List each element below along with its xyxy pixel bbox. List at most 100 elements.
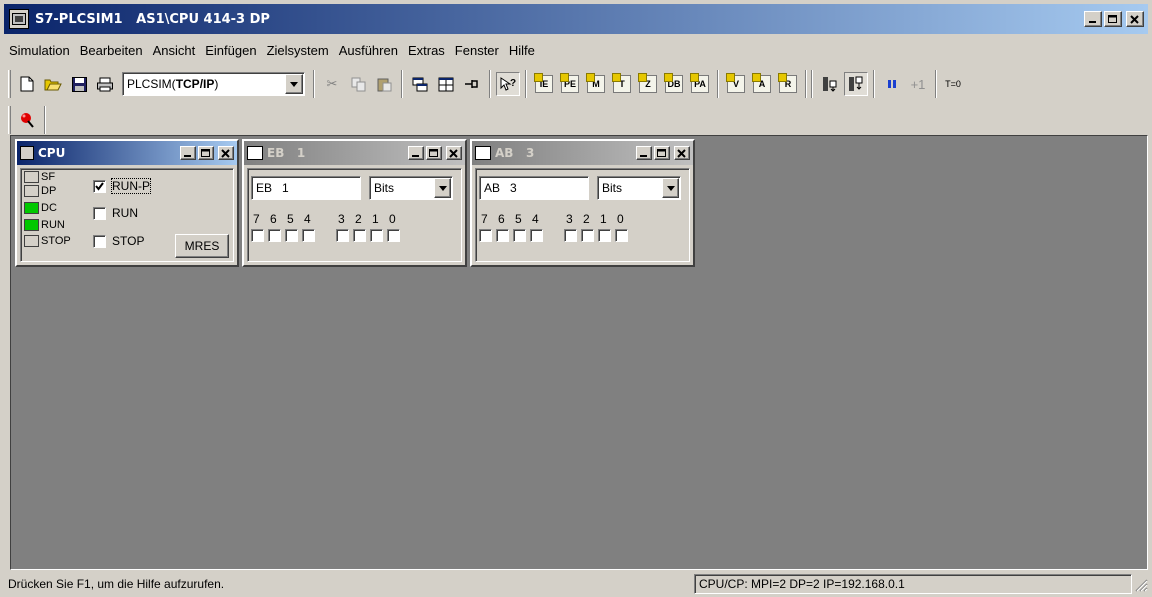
reset-timers-button[interactable]: T=0 — [942, 72, 964, 96]
mode-stop[interactable]: STOP — [93, 234, 144, 248]
cpu-window-title-bar[interactable]: CPU — [17, 141, 237, 165]
main-title-bar[interactable]: S7-PLCSIM1 AS1\CPU 414-3 DP — [4, 4, 1148, 34]
ab-format-select[interactable]: Bits — [597, 176, 681, 200]
output-byte-window[interactable]: AB 3 AB 3 Bits 7 6 5 4 3 2 1 0 — [470, 139, 695, 267]
toolbar-grip[interactable] — [8, 70, 11, 98]
menu-hilfe[interactable]: Hilfe — [504, 43, 540, 58]
eb-format-select[interactable]: Bits — [369, 176, 453, 200]
pushpin-icon[interactable] — [15, 108, 39, 132]
cpu-panel: SF DP DC RUN STOP RUN-P RUN STOP MRES — [20, 168, 234, 262]
single-cycle-icon[interactable] — [844, 72, 868, 96]
eb-bit-7-checkbox[interactable] — [251, 229, 264, 242]
toolbar-separator — [489, 70, 491, 98]
eb-bit-2-checkbox[interactable] — [353, 229, 366, 242]
ab-bit-7-checkbox[interactable] — [479, 229, 492, 242]
mdi-workspace[interactable]: CPU SF DP DC RUN STOP RUN-P RUN STOP MRE… — [10, 135, 1148, 570]
menu-einfuegen[interactable]: Einfügen — [200, 43, 261, 58]
menu-simulation[interactable]: Simulation — [4, 43, 75, 58]
cpu-close-button[interactable] — [218, 146, 234, 160]
output-byte-window-title-bar[interactable]: AB 3 — [472, 141, 693, 165]
menu-ausfuehren[interactable]: Ausführen — [334, 43, 403, 58]
resize-grip-icon[interactable] — [1132, 576, 1148, 592]
ab-minimize-button[interactable] — [636, 146, 652, 160]
chevron-down-icon[interactable] — [285, 74, 303, 94]
cpu-maximize-button[interactable] — [198, 146, 214, 160]
ab-bit-4-checkbox[interactable] — [530, 229, 543, 242]
ab-bit-3-checkbox[interactable] — [564, 229, 577, 242]
eb-bit-6-checkbox[interactable] — [268, 229, 281, 242]
insert-datablock-icon[interactable]: DB — [662, 72, 686, 96]
cpu-window[interactable]: CPU SF DP DC RUN STOP RUN-P RUN STOP MRE… — [15, 139, 239, 267]
eb-bit-4-checkbox[interactable] — [302, 229, 315, 242]
toolbar-separator — [717, 70, 719, 98]
ab-bit-numbers: 7 6 5 4 3 2 1 0 — [481, 212, 634, 226]
pause-icon[interactable] — [880, 72, 904, 96]
cut-icon[interactable]: ✂ — [320, 72, 344, 96]
insert-periphery-input-icon[interactable]: PE — [558, 72, 582, 96]
mode-run-p[interactable]: RUN-P — [93, 178, 151, 194]
cpu-minimize-button[interactable] — [180, 146, 196, 160]
ab-maximize-button[interactable] — [654, 146, 670, 160]
eb-bit-5-checkbox[interactable] — [285, 229, 298, 242]
insert-timer-icon[interactable]: T — [610, 72, 634, 96]
eb-format-value: Bits — [374, 181, 395, 195]
menu-bearbeiten[interactable]: Bearbeiten — [75, 43, 148, 58]
insert-input-variable-icon[interactable]: IE — [532, 72, 556, 96]
insert-marker-icon[interactable]: M — [584, 72, 608, 96]
run-p-checkbox[interactable] — [93, 179, 106, 193]
chevron-down-icon[interactable] — [434, 178, 451, 198]
run-checkbox[interactable] — [93, 206, 106, 220]
chevron-down-icon[interactable] — [662, 178, 679, 198]
interface-select[interactable]: PLCSIM(TCP/IP) — [122, 72, 305, 96]
input-byte-window-title-bar[interactable]: EB 1 — [244, 141, 465, 165]
menu-extras[interactable]: Extras — [403, 43, 450, 58]
copy-icon[interactable] — [346, 72, 370, 96]
eb-maximize-button[interactable] — [426, 146, 442, 160]
insert-accumulator-icon[interactable]: A — [750, 72, 774, 96]
mres-button[interactable]: MRES — [175, 234, 229, 258]
minimize-button[interactable] — [1084, 11, 1102, 27]
save-disk-icon[interactable] — [67, 72, 91, 96]
bit-label: 3 — [338, 212, 345, 226]
eb-address-field[interactable]: EB 1 — [251, 176, 361, 200]
ab-bit-2-checkbox[interactable] — [581, 229, 594, 242]
context-help-icon[interactable]: ? — [496, 72, 520, 96]
print-icon[interactable] — [93, 72, 117, 96]
paste-icon[interactable] — [372, 72, 396, 96]
close-button[interactable] — [1126, 11, 1144, 27]
ab-bit-1-checkbox[interactable] — [598, 229, 611, 242]
plcsim-app-icon[interactable] — [9, 9, 29, 29]
stop-checkbox[interactable] — [93, 234, 106, 248]
toolbar-grip[interactable] — [8, 106, 11, 134]
eb-bit-0-checkbox[interactable] — [387, 229, 400, 242]
eb-close-button[interactable] — [446, 146, 462, 160]
cascade-windows-icon[interactable] — [408, 72, 432, 96]
led-sf: SF — [24, 171, 55, 183]
ab-bit-5-checkbox[interactable] — [513, 229, 526, 242]
insert-variable-icon[interactable]: V — [724, 72, 748, 96]
bit-label: 6 — [498, 212, 505, 226]
next-cycle-button[interactable]: +1 — [906, 72, 930, 96]
pin-icon[interactable] — [460, 72, 484, 96]
insert-periphery-output-icon[interactable]: PA — [688, 72, 712, 96]
led-run-label: RUN — [41, 219, 65, 231]
menu-ansicht[interactable]: Ansicht — [148, 43, 201, 58]
ab-close-button[interactable] — [674, 146, 690, 160]
insert-register-icon[interactable]: R — [776, 72, 800, 96]
insert-counter-icon[interactable]: Z — [636, 72, 660, 96]
menu-zielsystem[interactable]: Zielsystem — [262, 43, 334, 58]
eb-minimize-button[interactable] — [408, 146, 424, 160]
eb-bit-3-checkbox[interactable] — [336, 229, 349, 242]
menu-fenster[interactable]: Fenster — [450, 43, 504, 58]
mode-run[interactable]: RUN — [93, 206, 138, 220]
open-folder-icon[interactable] — [41, 72, 65, 96]
ab-address-field[interactable]: AB 3 — [479, 176, 589, 200]
ab-bit-0-checkbox[interactable] — [615, 229, 628, 242]
continuous-cycle-icon[interactable] — [818, 72, 842, 96]
tile-windows-icon[interactable] — [434, 72, 458, 96]
input-byte-window[interactable]: EB 1 EB 1 Bits 7 6 5 4 3 2 1 0 — [242, 139, 467, 267]
eb-bit-1-checkbox[interactable] — [370, 229, 383, 242]
new-file-icon[interactable] — [15, 72, 39, 96]
ab-bit-6-checkbox[interactable] — [496, 229, 509, 242]
maximize-button[interactable] — [1104, 11, 1122, 27]
